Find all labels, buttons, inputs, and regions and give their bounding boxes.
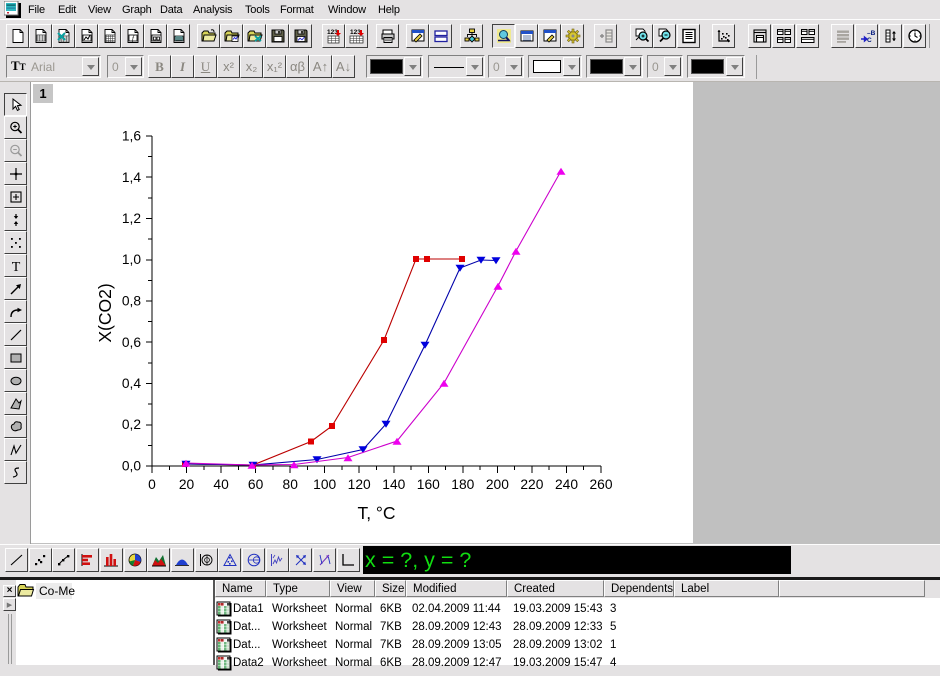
svg-text:200: 200 [486, 477, 509, 492]
svg-text:260: 260 [589, 477, 612, 492]
svg-text:–B: –B [867, 30, 875, 37]
svg-text:120: 120 [348, 477, 371, 492]
svg-text:20: 20 [179, 477, 195, 492]
svg-text:0,8: 0,8 [122, 294, 142, 309]
svg-text:140: 140 [382, 477, 405, 492]
svg-text:T, °C: T, °C [357, 503, 395, 523]
svg-text:0,2: 0,2 [122, 417, 141, 432]
svg-text:100: 100 [313, 477, 336, 492]
svg-text:0,4: 0,4 [122, 376, 142, 391]
svg-text:123: 123 [327, 29, 338, 36]
svg-text:1,4: 1,4 [122, 170, 142, 185]
svg-text:40: 40 [213, 477, 229, 492]
svg-text:1,0: 1,0 [122, 252, 142, 267]
svg-text:0,6: 0,6 [122, 335, 142, 350]
svg-text:C: C [867, 37, 872, 44]
svg-text:240: 240 [555, 477, 578, 492]
svg-text:0: 0 [148, 477, 156, 492]
svg-text:1,6: 1,6 [122, 129, 142, 144]
svg-text:T: T [11, 260, 20, 274]
svg-text:123: 123 [350, 29, 361, 36]
svg-text:180: 180 [451, 477, 474, 492]
svg-text:0,0: 0,0 [122, 459, 142, 474]
svg-text:220: 220 [520, 477, 543, 492]
svg-text:160: 160 [417, 477, 440, 492]
svg-text:80: 80 [283, 477, 299, 492]
svg-text:1,2: 1,2 [122, 211, 141, 226]
svg-text:60: 60 [248, 477, 264, 492]
svg-text:X(CO2): X(CO2) [95, 283, 115, 342]
